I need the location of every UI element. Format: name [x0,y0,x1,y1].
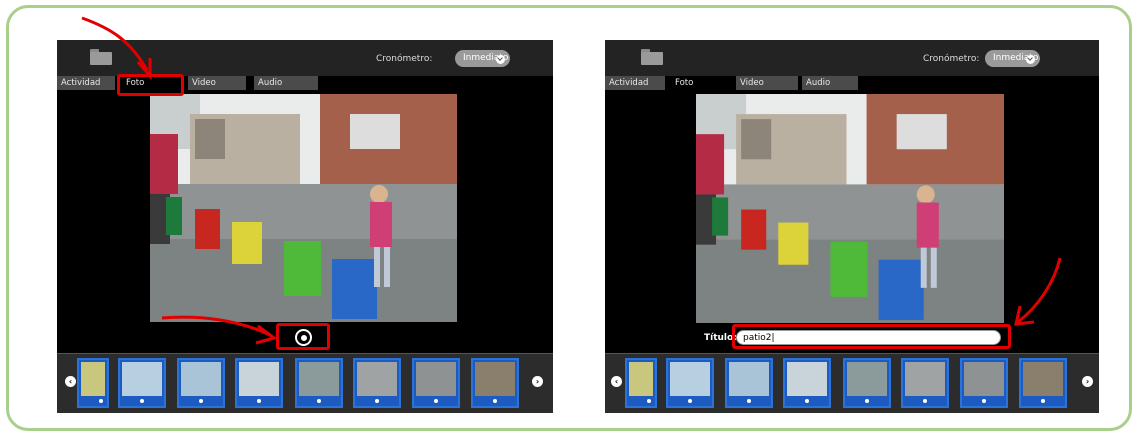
arrow-to-shutter [161,315,273,338]
arrow-to-title-input [1017,257,1062,324]
arrow-to-foto-tab [81,16,149,71]
annotation-arrows [81,16,1062,345]
